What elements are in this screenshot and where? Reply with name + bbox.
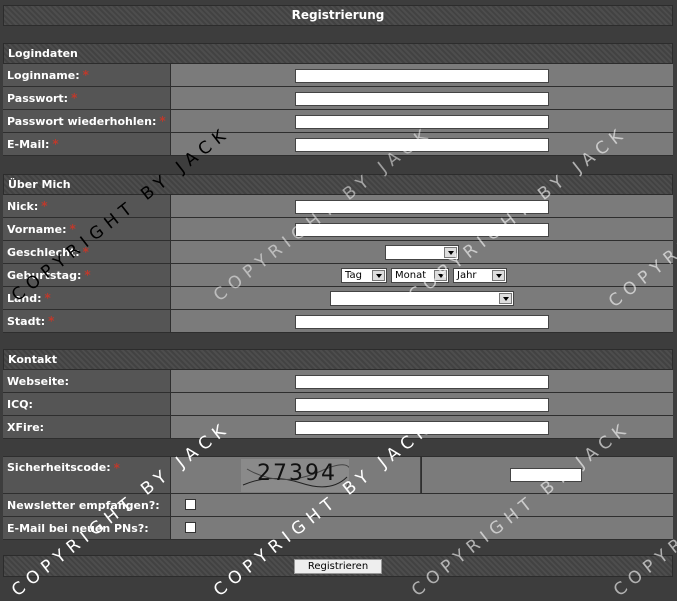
select-value: Monat	[395, 270, 427, 281]
required-marker: *	[82, 68, 89, 82]
required-marker: *	[84, 268, 91, 282]
chevron-down-icon	[444, 247, 457, 258]
field-label: E-Mail:	[7, 137, 50, 151]
form-row-webseite: Webseite:	[3, 370, 673, 393]
form-row-land: Land: *	[3, 287, 673, 310]
form-row-nick: Nick: *	[3, 195, 673, 218]
page-title: Registrierung	[3, 5, 673, 26]
field-label: ICQ:	[7, 397, 33, 411]
passwort-wiederholen-input[interactable]	[295, 115, 549, 129]
required-marker: *	[71, 91, 78, 105]
form-row-vorname: Vorname: *	[3, 218, 673, 241]
field-label: Webseite:	[7, 374, 69, 388]
vorname-input[interactable]	[295, 223, 549, 237]
field-label: Vorname:	[7, 222, 67, 236]
required-marker: *	[41, 199, 48, 213]
form-row-stadt: Stadt: *	[3, 310, 673, 333]
webseite-input[interactable]	[295, 375, 549, 389]
form-row-email: E-Mail: *	[3, 133, 673, 156]
registrieren-button[interactable]: Registrieren	[294, 559, 382, 574]
select-value: Jahr	[457, 270, 477, 281]
form-row-xfire: XFire:	[3, 416, 673, 439]
form-row-passwort: Passwort: *	[3, 87, 673, 110]
field-label: Stadt:	[7, 314, 46, 328]
field-label: Loginname:	[7, 68, 80, 82]
geschlecht-select[interactable]	[385, 245, 459, 260]
required-marker: *	[48, 314, 55, 328]
field-label: XFire:	[7, 420, 45, 434]
form-row-newsletter: Newsletter empfangen?:	[3, 494, 673, 517]
section-header-logindaten: Logindaten	[3, 43, 673, 64]
form-row-passwort-wiederholen: Passwort wiederhohlen: *	[3, 110, 673, 133]
chevron-down-icon	[499, 293, 512, 304]
field-label: Newsletter empfangen?:	[7, 498, 160, 512]
required-marker: *	[69, 222, 76, 236]
form-row-icq: ICQ:	[3, 393, 673, 416]
field-label: Passwort:	[7, 91, 69, 105]
field-label: Land:	[7, 291, 42, 305]
field-label: E-Mail bei neuen PNs?:	[7, 521, 149, 535]
select-value: Tag	[345, 270, 362, 281]
required-marker: *	[113, 461, 120, 475]
required-marker: *	[52, 137, 59, 151]
stadt-input[interactable]	[295, 315, 549, 329]
chevron-down-icon	[492, 270, 505, 281]
form-row-loginname: Loginname: *	[3, 64, 673, 87]
required-marker: *	[159, 114, 166, 128]
chevron-down-icon	[434, 270, 447, 281]
geburtstag-jahr-select[interactable]: Jahr	[453, 268, 507, 283]
field-label: Nick:	[7, 199, 39, 213]
land-select[interactable]	[330, 291, 514, 306]
email-pn-checkbox[interactable]	[185, 522, 196, 533]
chevron-down-icon	[372, 270, 385, 281]
form-row-geschlecht: Geschlecht: *	[3, 241, 673, 264]
newsletter-checkbox[interactable]	[185, 499, 196, 510]
captcha-text: 27394	[257, 461, 337, 486]
form-row-geburtstag: Geburtstag: * Tag Monat Jahr	[3, 264, 673, 287]
sicherheitscode-input[interactable]	[510, 468, 582, 482]
required-marker: *	[82, 245, 89, 259]
field-label: Geburtstag:	[7, 268, 82, 282]
field-label: Passwort wiederhohlen:	[7, 114, 157, 128]
geburtstag-monat-select[interactable]: Monat	[391, 268, 449, 283]
form-row-email-pn: E-Mail bei neuen PNs?:	[3, 517, 673, 540]
geburtstag-tag-select[interactable]: Tag	[341, 268, 387, 283]
nick-input[interactable]	[295, 200, 549, 214]
section-header-kontakt: Kontakt	[3, 349, 673, 370]
passwort-input[interactable]	[295, 92, 549, 106]
email-input[interactable]	[295, 138, 549, 152]
required-marker: *	[44, 291, 51, 305]
field-label: Sicherheitscode:	[7, 461, 111, 474]
field-label: Geschlecht:	[7, 245, 80, 259]
form-row-sicherheitscode: Sicherheitscode: * 27394	[3, 456, 673, 494]
captcha-image: 27394	[241, 459, 349, 492]
xfire-input[interactable]	[295, 421, 549, 435]
section-header-ueber-mich: Über Mich	[3, 174, 673, 195]
loginname-input[interactable]	[295, 69, 549, 83]
icq-input[interactable]	[295, 398, 549, 412]
